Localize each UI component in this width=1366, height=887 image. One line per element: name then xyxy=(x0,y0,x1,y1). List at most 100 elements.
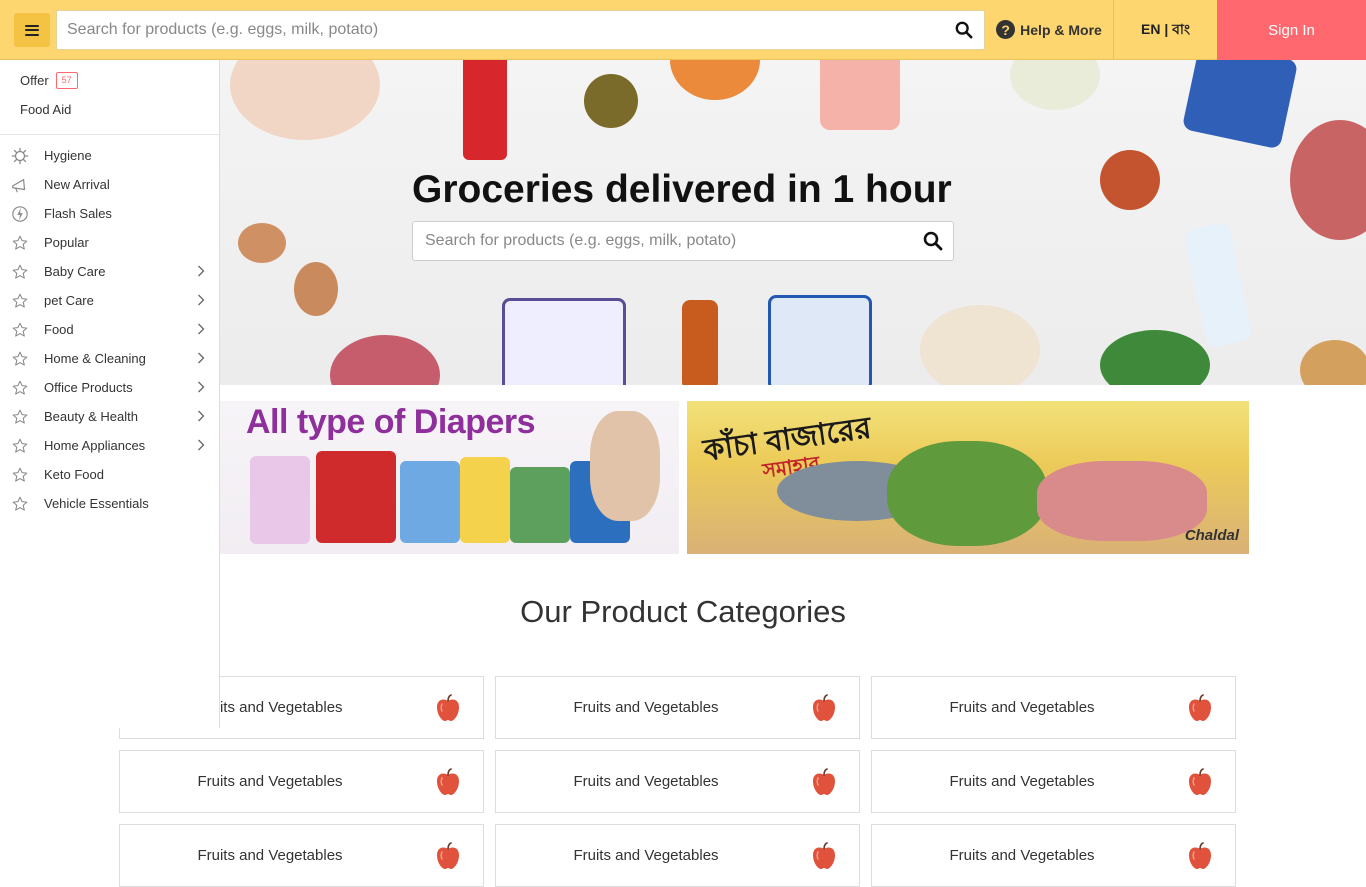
sidebar-item-home-appliances[interactable]: Home Appliances xyxy=(0,431,219,460)
category-card[interactable]: Fruits and Vegetables xyxy=(871,750,1236,813)
sidebar-item-label: Home Appliances xyxy=(44,438,146,453)
category-card-label: Fruits and Vegetables xyxy=(949,699,1095,716)
sidebar-item-pet-care[interactable]: pet Care xyxy=(0,286,219,315)
sidebar-item-label: Flash Sales xyxy=(44,206,112,221)
bazar-banner[interactable]: কাঁচা বাজারের সমাহার Chaldal xyxy=(687,401,1249,554)
sidebar-item-beauty-health[interactable]: Beauty & Health xyxy=(0,402,219,431)
sidebar-item-vehicle-essentials[interactable]: Vehicle Essentials xyxy=(0,489,219,518)
diaper-pack-image xyxy=(250,456,310,544)
star-icon xyxy=(10,378,30,398)
help-and-more-button[interactable]: ? Help & More xyxy=(985,0,1114,59)
sidebar-item-keto-food[interactable]: Keto Food xyxy=(0,460,219,489)
header-search-bar xyxy=(56,10,985,50)
chevron-right-icon xyxy=(198,352,205,364)
sidebar-item-label: Home & Cleaning xyxy=(44,351,146,366)
sidebar-item-home-cleaning[interactable]: Home & Cleaning xyxy=(0,344,219,373)
star-icon xyxy=(10,349,30,369)
sidebar-item-food-aid[interactable]: Food Aid xyxy=(20,95,219,124)
hamburger-icon xyxy=(25,24,39,36)
sidebar-item-label: pet Care xyxy=(44,293,94,308)
ginger-image xyxy=(1300,340,1366,385)
nannys-pack-image xyxy=(510,467,570,543)
apple-icon xyxy=(437,768,459,795)
category-sidebar: Offer 57 Food Aid Hygiene New Arrival Flas… xyxy=(0,60,220,728)
diapers-banner[interactable]: All type of Diapers xyxy=(220,401,679,554)
search-icon xyxy=(923,231,943,251)
star-icon xyxy=(10,494,30,514)
rice-bowl-image xyxy=(920,305,1040,385)
hero-banner: Groceries delivered in 1 hour xyxy=(220,60,1366,385)
category-card-label: Fruits and Vegetables xyxy=(949,847,1095,864)
category-card[interactable]: Fruits and Vegetables xyxy=(871,676,1236,739)
category-card[interactable]: Fruits and Vegetables xyxy=(495,676,860,739)
cauliflower-image xyxy=(1010,60,1100,110)
sidebar-item-new-arrival[interactable]: New Arrival xyxy=(0,170,219,199)
language-toggle[interactable]: EN | বাং xyxy=(1114,0,1217,59)
spice-bowl-image xyxy=(1100,150,1160,210)
diaper-pack-image-2 xyxy=(460,457,510,543)
sidebar-item-label: Office Products xyxy=(44,380,133,395)
category-card[interactable]: Fruits and Vegetables xyxy=(495,750,860,813)
category-card-label: Fruits and Vegetables xyxy=(949,773,1095,790)
help-label: Help & More xyxy=(1020,21,1102,38)
chevron-right-icon xyxy=(198,294,205,306)
apple-icon xyxy=(813,842,835,869)
star-icon xyxy=(10,262,30,282)
apple-icon xyxy=(813,694,835,721)
sidebar-item-label: Vehicle Essentials xyxy=(44,496,149,511)
chevron-right-icon xyxy=(198,381,205,393)
greens-image xyxy=(1100,330,1210,385)
offer-count-badge: 57 xyxy=(55,72,78,89)
sidebar-item-popular[interactable]: Popular xyxy=(0,228,219,257)
sidebar-item-label: New Arrival xyxy=(44,177,110,192)
sidebar-item-label: Hygiene xyxy=(44,148,92,163)
meat-platter-image xyxy=(1037,461,1207,541)
category-card-label: Fruits and Vegetables xyxy=(573,773,719,790)
category-card-label: Fruits and Vegetables xyxy=(197,847,343,864)
sidebar-item-baby-care[interactable]: Baby Care xyxy=(0,257,219,286)
hero-search-bar xyxy=(412,221,954,261)
egg-image xyxy=(238,223,286,263)
apple-icon xyxy=(437,842,459,869)
sidebar-item-hygiene[interactable]: Hygiene xyxy=(0,141,219,170)
sidebar-item-label: Offer xyxy=(20,73,49,88)
sign-in-button[interactable]: Sign In xyxy=(1217,0,1366,60)
top-header: ? Help & More EN | বাং Sign In xyxy=(0,0,1366,60)
hero-search-input[interactable] xyxy=(413,222,913,260)
huggies-pack-image xyxy=(316,451,396,543)
chaldal-logo: Chaldal xyxy=(1184,527,1239,544)
chevron-right-icon xyxy=(198,323,205,335)
star-icon xyxy=(10,407,30,427)
menu-toggle-button[interactable] xyxy=(14,13,50,47)
mamypoko-pack-image xyxy=(400,461,460,543)
star-icon xyxy=(10,465,30,485)
header-search-button[interactable] xyxy=(944,11,984,49)
category-card[interactable]: Fruits and Vegetables xyxy=(119,750,484,813)
virus-icon xyxy=(10,146,30,166)
category-card-label: Fruits and Vegetables xyxy=(573,699,719,716)
atta-pack-image xyxy=(502,298,626,385)
sidebar-item-flash-sales[interactable]: Flash Sales xyxy=(0,199,219,228)
sidebar-item-label: Baby Care xyxy=(44,264,106,279)
hero-search-button[interactable] xyxy=(913,222,953,260)
sidebar-item-label: Popular xyxy=(44,235,89,250)
sidebar-item-office-products[interactable]: Office Products xyxy=(0,373,219,402)
neocare-pack-image xyxy=(820,60,900,130)
header-search-input[interactable] xyxy=(57,11,944,49)
sidebar-item-food[interactable]: Food xyxy=(0,315,219,344)
apple-icon xyxy=(1189,694,1211,721)
sidebar-item-label: Food Aid xyxy=(20,102,72,117)
sidebar-item-label: Food xyxy=(44,322,74,337)
salt-pack-image xyxy=(1181,60,1299,150)
sidebar-category-list: Hygiene New Arrival Flash Sales Popular Baby… xyxy=(0,135,219,518)
oil-bottle-image xyxy=(682,300,718,385)
chevron-right-icon xyxy=(198,410,205,422)
star-icon xyxy=(10,436,30,456)
vegetable-basket-image xyxy=(887,441,1047,546)
sidebar-item-offer[interactable]: Offer 57 xyxy=(20,66,219,95)
help-icon: ? xyxy=(996,20,1016,39)
star-icon xyxy=(10,320,30,340)
lentils-image xyxy=(670,60,760,100)
sidebar-top-links: Offer 57 Food Aid xyxy=(0,60,219,135)
hero-title: Groceries delivered in 1 hour xyxy=(412,168,952,211)
